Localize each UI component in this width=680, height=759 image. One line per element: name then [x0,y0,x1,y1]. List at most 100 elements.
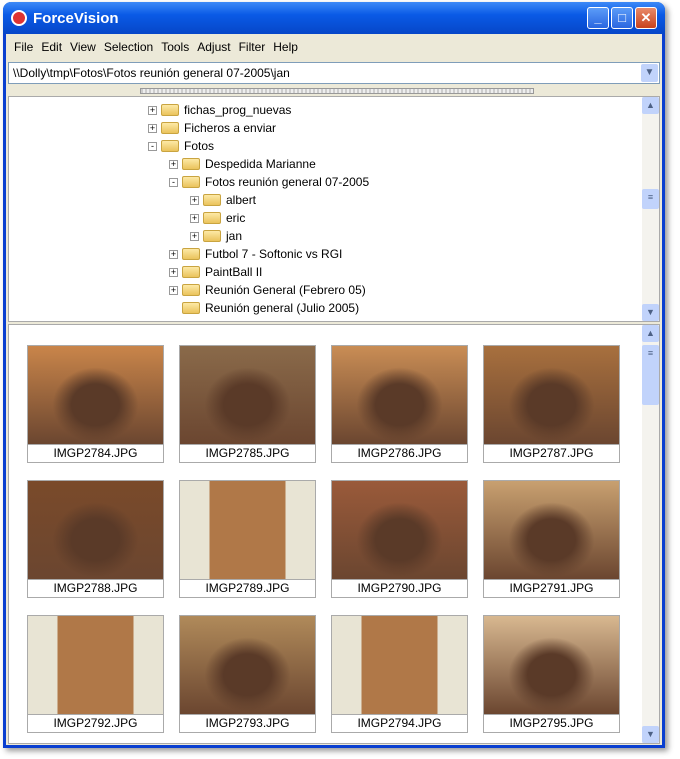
tree-node-label: Futbol 7 - Softonic vs RGI [205,247,343,261]
folder-icon [182,266,200,278]
tree-node-label: PaintBall II [205,265,263,279]
tree-node[interactable]: + Despedida Marianne [169,155,316,173]
expand-icon[interactable]: + [148,105,157,115]
scroll-down-icon[interactable]: ▼ [642,726,659,743]
title-bar: ForceVision _ □ ✕ [3,2,665,34]
tree-node-label: Fotos [184,139,215,153]
scroll-thumb[interactable]: ≡ [642,345,659,405]
folder-icon [203,194,221,206]
expand-icon[interactable]: + [190,195,199,205]
address-combo[interactable]: \\Dolly\tmp\Fotos\Fotos reunión general … [8,62,660,84]
expand-icon[interactable]: + [169,285,178,295]
thumbnail[interactable]: IMGP2794.JPG [331,615,468,733]
thumbnail-filename: IMGP2786.JPG [331,445,468,463]
thumbnail[interactable]: IMGP2787.JPG [483,345,620,463]
menu-help[interactable]: Help [269,40,302,54]
photo-thumbnail-image [27,480,164,580]
thumbnail-filename: IMGP2785.JPG [179,445,316,463]
tree-node[interactable]: + Reunión General (Febrero 05) [169,281,366,299]
maximize-button[interactable]: □ [611,7,633,29]
thumbnail-filename: IMGP2794.JPG [331,715,468,733]
chevron-down-icon[interactable]: ▼ [641,64,658,82]
menu-bar: File Edit View Selection Tools Adjust Fi… [6,36,662,58]
scroll-up-icon[interactable]: ▲ [642,97,659,114]
thumbnail[interactable]: IMGP2793.JPG [179,615,316,733]
tree-node[interactable]: + eric [190,209,245,227]
folder-icon [203,212,221,224]
tree-node[interactable]: - Fotos [148,137,214,155]
expand-icon[interactable]: + [148,123,157,133]
close-button[interactable]: ✕ [635,7,657,29]
tree-scrollbar[interactable]: ▲ ≡ ▼ [642,97,659,321]
folder-tree: ▲ ≡ ▼ + fichas_prog_nuevas + Ficheros a env… [8,96,660,322]
scroll-thumb[interactable]: ≡ [642,189,659,209]
tree-node[interactable]: + PaintBall II [169,263,262,281]
thumbs-scrollbar[interactable]: ▲ ≡ ▼ [642,325,659,743]
thumbnail[interactable]: IMGP2784.JPG [27,345,164,463]
tree-node-label: jan [226,229,243,243]
thumbnail[interactable]: IMGP2788.JPG [27,480,164,598]
menu-tools[interactable]: Tools [157,40,193,54]
tree-node[interactable]: Reunión general (Julio 2005) [169,299,359,317]
expand-icon[interactable]: + [169,159,178,169]
photo-thumbnail-image [483,345,620,445]
menu-adjust[interactable]: Adjust [193,40,234,54]
thumbnail[interactable]: IMGP2791.JPG [483,480,620,598]
thumbnail-filename: IMGP2789.JPG [179,580,316,598]
thumbnail[interactable]: IMGP2786.JPG [331,345,468,463]
tree-node[interactable]: + Ficheros a enviar [148,119,276,137]
pane-splitter[interactable] [140,88,534,94]
photo-thumbnail-image [483,615,620,715]
tree-node[interactable]: + Futbol 7 - Softonic vs RGI [169,245,342,263]
tree-node[interactable]: + jan [190,227,242,245]
menu-edit[interactable]: Edit [37,40,66,54]
thumbnail-filename: IMGP2788.JPG [27,580,164,598]
photo-thumbnail-image [331,615,468,715]
minimize-button[interactable]: _ [587,7,609,29]
scroll-up-icon[interactable]: ▲ [642,325,659,342]
tree-node[interactable]: - Fotos reunión general 07-2005 [169,173,369,191]
thumbnail-filename: IMGP2784.JPG [27,445,164,463]
thumbnail[interactable]: IMGP2789.JPG [179,480,316,598]
collapse-icon[interactable]: - [148,141,157,151]
collapse-icon[interactable]: - [169,177,178,187]
expand-icon[interactable]: + [190,231,199,241]
menu-filter[interactable]: Filter [235,40,270,54]
thumbnail[interactable]: IMGP2785.JPG [179,345,316,463]
photo-thumbnail-image [179,345,316,445]
thumbnail[interactable]: IMGP2795.JPG [483,615,620,733]
folder-icon [182,158,200,170]
thumbnail-filename: IMGP2787.JPG [483,445,620,463]
photo-thumbnail-image [27,345,164,445]
thumbnail-filename: IMGP2791.JPG [483,580,620,598]
photo-thumbnail-image [331,480,468,580]
app-logo-icon [11,10,27,26]
folder-icon [182,302,200,314]
menu-view[interactable]: View [66,40,100,54]
folder-icon [161,140,179,152]
photo-thumbnail-image [331,345,468,445]
tree-node[interactable]: + fichas_prog_nuevas [148,101,291,119]
folder-icon [182,284,200,296]
menu-selection[interactable]: Selection [100,40,157,54]
scroll-down-icon[interactable]: ▼ [642,304,659,321]
app-window: ForceVision _ □ ✕ File Edit View Selecti… [3,2,665,748]
folder-icon [161,122,179,134]
thumbnail-filename: IMGP2795.JPG [483,715,620,733]
photo-thumbnail-image [483,480,620,580]
thumbnail[interactable]: IMGP2792.JPG [27,615,164,733]
menu-file[interactable]: File [10,40,37,54]
expand-icon[interactable]: + [190,213,199,223]
tree-node-label: eric [226,211,246,225]
tree-node-label: fichas_prog_nuevas [184,103,292,117]
photo-thumbnail-image [27,615,164,715]
thumbnail-grid: ▲ ≡ ▼ IMGP2784.JPG IMGP2785.JPG IMGP2786.J… [8,324,660,744]
thumbnail[interactable]: IMGP2790.JPG [331,480,468,598]
tree-node[interactable]: + albert [190,191,256,209]
tree-node-label: albert [226,193,257,207]
thumbnail-filename: IMGP2793.JPG [179,715,316,733]
folder-icon [182,248,200,260]
tree-node-label: Reunión general (Julio 2005) [205,301,360,315]
expand-icon[interactable]: + [169,267,178,277]
expand-icon[interactable]: + [169,249,178,259]
